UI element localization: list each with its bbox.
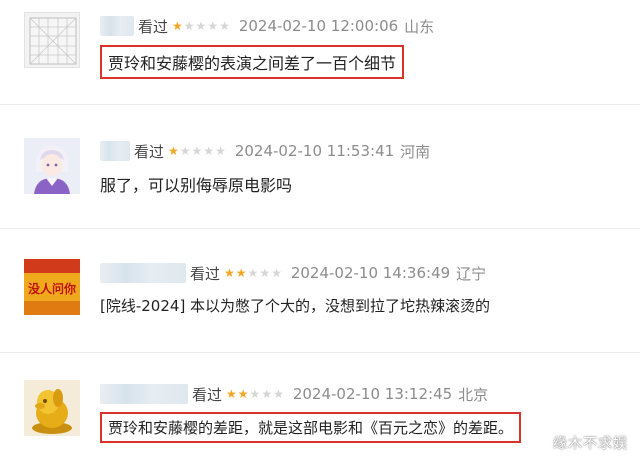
review-location: 辽宁 [456,264,487,283]
rating-stars: ★ ★ ★ ★ ★ [226,388,285,400]
review-text: 贾玲和安藤樱的表演之间差了一百个细节 [100,45,405,79]
star-icon: ★ [249,387,261,401]
review-action: 看过 [192,385,223,404]
review-location: 河南 [400,142,431,161]
star-icon: ★ [215,144,226,158]
review-text: 贾玲和安藤樱的差距，就是这部电影和《百元之恋》的差距。 [100,412,522,443]
star-icon: ★ [235,266,247,280]
anime-character-icon [24,138,80,194]
user-avatar[interactable]: 没人问你 [24,259,80,315]
star-icon: ★ [219,19,230,33]
blurred-username[interactable] [100,263,186,283]
review-date: 2024-02-10 12:00:06 [238,17,399,35]
divider [0,228,640,229]
star-icon: ★ [179,144,191,158]
review-action: 看过 [138,17,169,36]
review-text: 服了，可以别侮辱原电影吗 [100,176,293,195]
star-icon: ★ [226,387,237,401]
divider [0,104,640,105]
star-icon: ★ [172,19,183,33]
chinese-chess-board-icon [29,17,77,65]
review-meta: 看过 ★ ★ ★ ★ ★ 2024-02-10 12:00:06 山东 [100,15,434,37]
blurred-username[interactable] [100,16,134,36]
review-date: 2024-02-10 11:53:41 [234,142,395,160]
review-date: 2024-02-10 13:12:45 [292,385,453,403]
star-icon: ★ [237,387,249,401]
star-icon: ★ [191,144,203,158]
review-location: 山东 [404,17,435,36]
star-icon: ★ [183,19,195,33]
star-icon: ★ [195,19,207,33]
rating-stars: ★ ★ ★ ★ ★ [224,267,283,279]
text-sign-icon: 没人问你 [24,259,80,315]
review-date: 2024-02-10 14:36:49 [290,264,451,282]
star-icon: ★ [168,144,179,158]
star-icon: ★ [203,144,215,158]
blurred-username[interactable] [100,384,188,404]
review-action: 看过 [134,142,165,161]
star-icon: ★ [273,387,284,401]
rating-stars: ★ ★ ★ ★ ★ [168,145,227,157]
review-meta: 看过 ★ ★ ★ ★ ★ 2024-02-10 11:53:41 河南 [100,140,430,162]
rating-stars: ★ ★ ★ ★ ★ [172,20,231,32]
user-avatar[interactable] [24,138,80,194]
user-avatar[interactable] [24,380,80,436]
blurred-username[interactable] [100,141,130,161]
review-meta: 看过 ★ ★ ★ ★ ★ 2024-02-10 14:36:49 辽宁 [100,262,486,284]
star-icon: ★ [261,387,273,401]
star-icon: ★ [207,19,219,33]
star-icon: ★ [259,266,271,280]
watermark: 缘木不求娱 [553,436,628,452]
star-icon: ★ [247,266,259,280]
avatar-sign-text: 没人问你 [28,281,76,296]
review-meta: 看过 ★ ★ ★ ★ ★ 2024-02-10 13:12:45 北京 [100,383,488,405]
star-icon: ★ [271,266,282,280]
user-avatar[interactable] [24,12,80,68]
golden-figurine-icon [24,380,80,436]
review-action: 看过 [190,264,221,283]
divider [0,352,640,353]
review-text: [院线-2024] 本以为憋了个大的，没想到拉了坨热辣滚烫的 [100,297,491,315]
star-icon: ★ [224,266,235,280]
review-location: 北京 [458,385,489,404]
